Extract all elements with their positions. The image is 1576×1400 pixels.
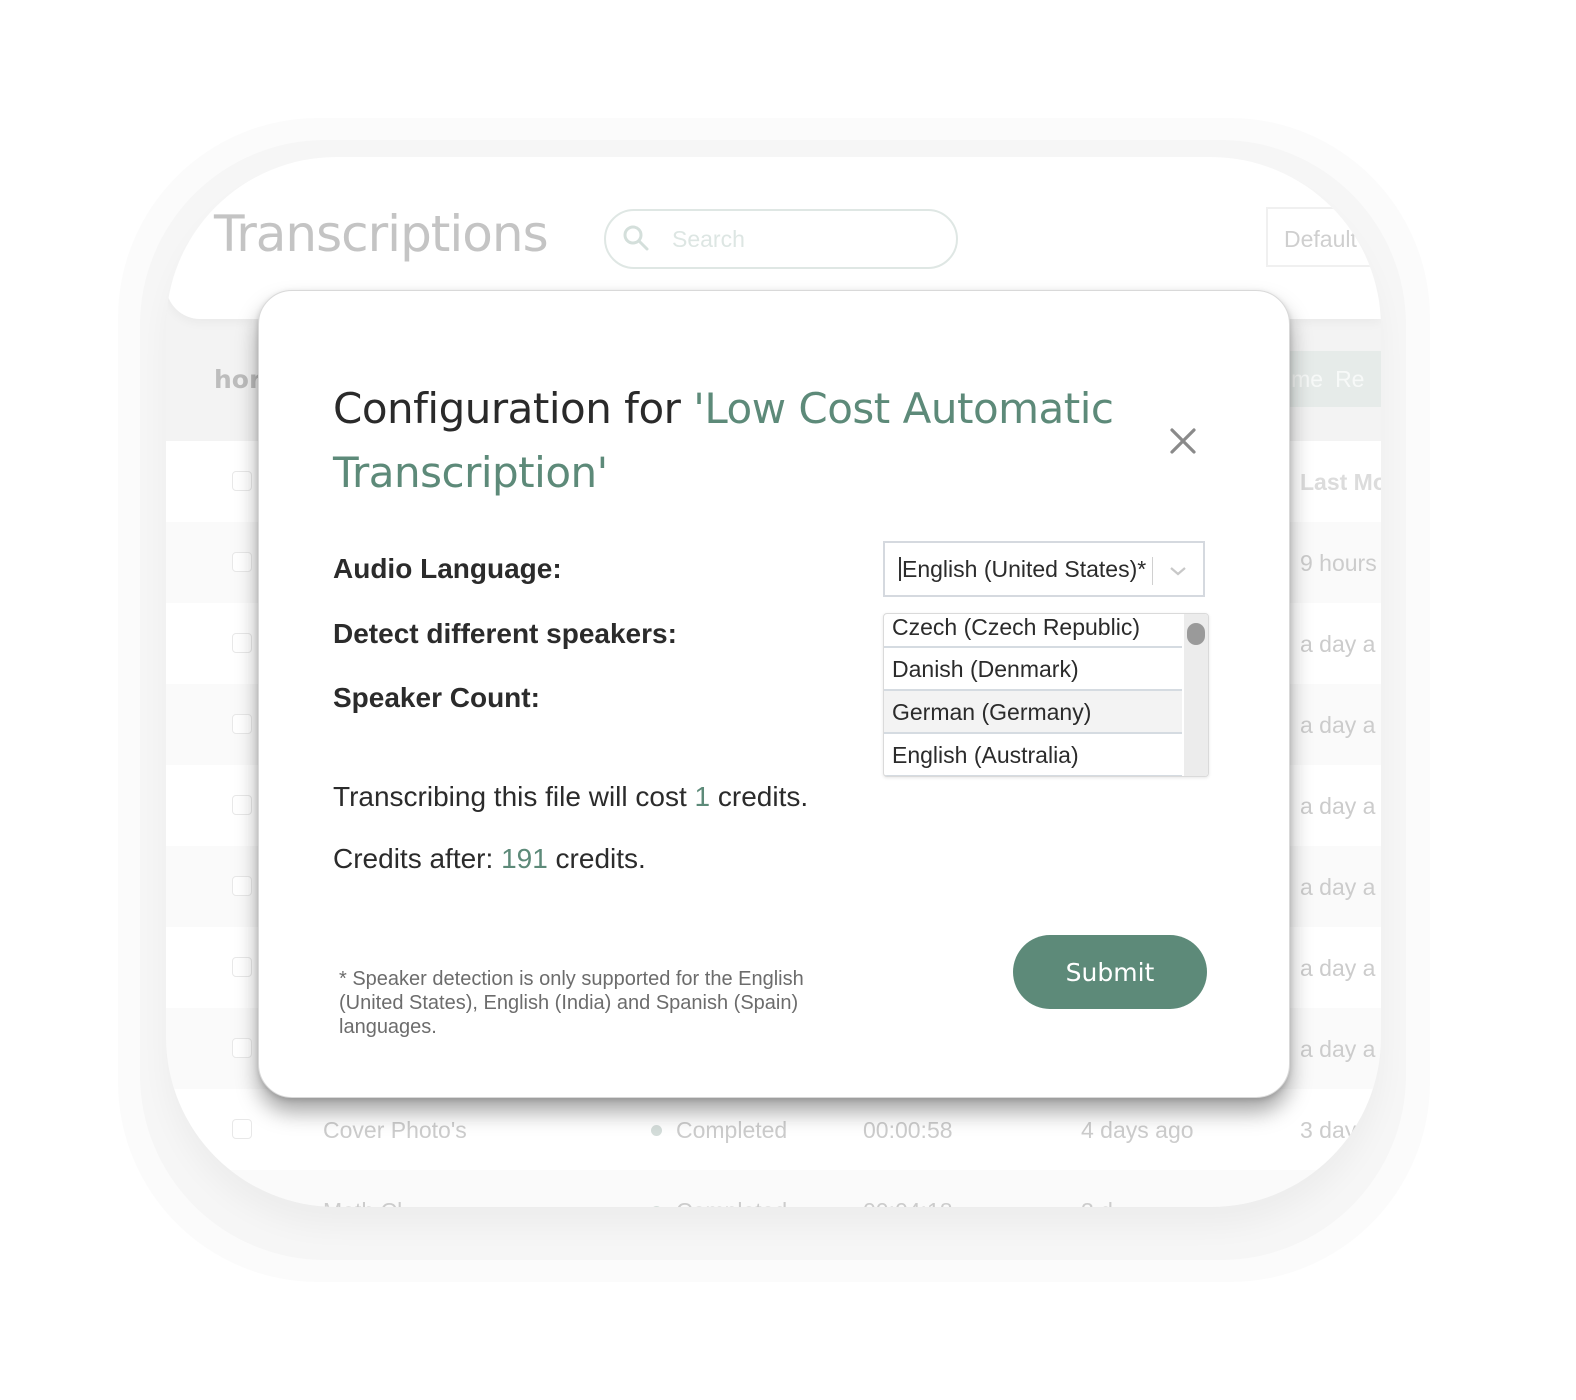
audio-language-select[interactable]: English (United States)* xyxy=(883,541,1205,597)
row-checkbox[interactable] xyxy=(232,1200,252,1207)
close-icon[interactable] xyxy=(1167,425,1199,457)
submit-button[interactable]: Submit xyxy=(1013,935,1207,1009)
cost-suffix: credits. xyxy=(710,781,809,812)
cost-prefix: Transcribing this file will cost xyxy=(333,781,695,812)
scrollbar-thumb[interactable] xyxy=(1187,623,1205,645)
audio-language-value[interactable]: English (United States)* xyxy=(899,557,1146,581)
detect-speakers-label: Detect different speakers: xyxy=(333,618,677,649)
audio-language-label: Audio Language: xyxy=(333,553,562,584)
cell-status: Completed xyxy=(676,1198,787,1207)
cell-last-modified: a day a xyxy=(1300,793,1376,819)
configuration-dialog: Configuration for 'Low Cost Automatic Tr… xyxy=(258,290,1290,1098)
row-checkbox[interactable] xyxy=(232,1119,252,1139)
cell-last-modified: a day a xyxy=(1300,1036,1376,1062)
credits-after-value: 191 xyxy=(501,843,548,874)
row-checkbox[interactable] xyxy=(232,1038,252,1058)
default-view-button[interactable]: Default xyxy=(1266,207,1381,267)
dialog-title: Configuration for 'Low Cost Automatic Tr… xyxy=(333,377,1163,505)
search-input[interactable]: Search xyxy=(604,209,958,269)
select-separator xyxy=(1152,557,1153,585)
cell-duration: 00:00:58 xyxy=(863,1117,953,1143)
language-option[interactable]: English (Australia) xyxy=(884,734,1182,776)
cell-duration: 00:04:18 xyxy=(863,1198,953,1207)
cell-last-modified: a day a xyxy=(1300,631,1376,657)
speaker-detection-note: * Speaker detection is only supported fo… xyxy=(339,968,804,1038)
filter-label: hor xyxy=(214,365,262,394)
cell-created: 4 days ago xyxy=(1081,1117,1194,1143)
credits-after-prefix: Credits after: xyxy=(333,843,502,874)
column-toggle-time[interactable]: ime xyxy=(1286,366,1323,392)
cell-name[interactable]: Math Cl... xyxy=(323,1198,421,1207)
options-scrollbar[interactable] xyxy=(1184,614,1208,776)
cell-last-modified: a day a xyxy=(1300,955,1376,981)
status-dot-icon xyxy=(651,1206,662,1207)
credits-after-suffix: credits. xyxy=(547,843,646,874)
cell-last-modified: 3 days xyxy=(1300,1117,1368,1143)
row-checkbox[interactable] xyxy=(232,714,252,734)
row-checkbox[interactable] xyxy=(232,876,252,896)
language-option[interactable]: Danish (Denmark) xyxy=(884,648,1182,691)
cell-status: Completed xyxy=(676,1117,788,1143)
cost-value: 1 xyxy=(694,781,711,812)
table-row[interactable]: Math Cl... Completed 00:04:18 3 d... xyxy=(166,1170,1381,1207)
cell-last-modified: 9 hours xyxy=(1300,550,1377,576)
credits-after-line: Credits after: 191 credits. xyxy=(333,843,646,875)
status-dot-icon xyxy=(651,1125,662,1136)
cell-last-modified: a day a xyxy=(1300,874,1376,900)
language-option[interactable]: Czech (Czech Republic) xyxy=(884,614,1182,648)
chevron-down-icon[interactable] xyxy=(1167,561,1189,581)
row-checkbox[interactable] xyxy=(232,795,252,815)
language-options-list[interactable]: Czech (Czech Republic) Danish (Denmark) … xyxy=(883,613,1209,777)
column-header-last-modified[interactable]: Last Mo xyxy=(1300,469,1381,496)
row-checkbox[interactable] xyxy=(232,633,252,653)
page-title: Transcriptions xyxy=(214,205,549,263)
cost-line: Transcribing this file will cost 1 credi… xyxy=(333,781,808,813)
cell-last-modified: a day a xyxy=(1300,712,1376,738)
table-row[interactable]: Cover Photo's Completed 00:00:58 4 days … xyxy=(166,1089,1381,1170)
column-toggle-bar[interactable]: ime Re xyxy=(1286,351,1381,407)
speaker-count-label: Speaker Count: xyxy=(333,682,540,713)
row-checkbox[interactable] xyxy=(232,957,252,977)
dialog-title-prefix: Configuration for xyxy=(333,384,694,433)
search-placeholder: Search xyxy=(672,226,745,252)
language-option-highlighted[interactable]: German (Germany) xyxy=(884,691,1182,734)
cell-created: 3 d... xyxy=(1081,1198,1132,1207)
cell-name[interactable]: Cover Photo's xyxy=(323,1117,467,1144)
search-icon xyxy=(623,225,649,251)
select-all-checkbox[interactable] xyxy=(232,471,252,491)
column-toggle-re[interactable]: Re xyxy=(1335,366,1364,392)
row-checkbox[interactable] xyxy=(232,552,252,572)
